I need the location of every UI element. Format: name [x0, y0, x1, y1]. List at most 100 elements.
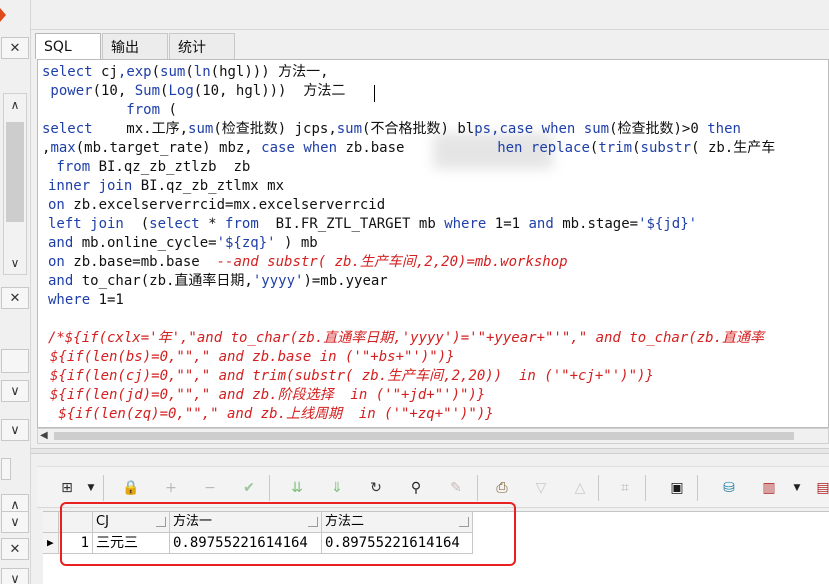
doc-icon[interactable] [1, 458, 11, 480]
sql-token: (10, hgl))) 方法二 [193, 83, 346, 99]
chart-icon[interactable]: ▥ [759, 478, 779, 498]
top-bar [31, 0, 829, 30]
horizontal-scrollbar[interactable]: ◀ [37, 428, 829, 444]
tab-sql[interactable]: SQL [35, 33, 101, 59]
scrollbar-thumb[interactable] [6, 122, 24, 222]
move-last-icon[interactable]: ⇓ [327, 478, 347, 498]
cell-method1[interactable]: 0.89755221614164 [170, 533, 322, 554]
sql-token: inner join [48, 178, 141, 194]
find-icon[interactable]: ⚲ [406, 478, 426, 498]
table-icon[interactable]: ▤ [813, 478, 829, 498]
grid-layout-icon[interactable]: ⊞ [57, 478, 77, 498]
sql-line: and mb.online_cycle='${zq}' ) mb [48, 234, 318, 253]
current-row-icon: ▶ [43, 533, 59, 554]
sql-token: from [48, 159, 99, 175]
sql-token: hen [497, 140, 531, 156]
sql-token: ${if(len(jd)=0,""," and zb.阶段选择 in ('"+j… [50, 387, 486, 403]
toolbar-separator [477, 475, 478, 501]
sql-token: max [50, 140, 76, 156]
toolbar-separator [697, 475, 698, 501]
sql-token: (检查批数)>0 [609, 121, 708, 137]
tab-output[interactable]: 输出 [102, 33, 168, 59]
panel-field[interactable] [1, 349, 29, 373]
refresh-icon[interactable]: ↻ [366, 478, 386, 498]
sql-token: where [48, 292, 99, 308]
dropdown-arrow-icon[interactable]: ▼ [787, 478, 807, 498]
toolbar-separator [103, 475, 104, 501]
sql-line: and to_char(zb.直通率日期,'yyyy')=mb.yyear [48, 272, 388, 291]
sql-editor[interactable]: select cj,exp(sum(ln(hgl))) 方法一, power(1… [37, 59, 829, 428]
sql-line: ${if(len(bs)=0,""," and zb.base in ('"+b… [50, 348, 455, 367]
sql-line: ${if(len(zq)=0,""," and zb.上线周期 in ('"+z… [50, 405, 493, 424]
lock-icon[interactable]: 🔒 [121, 478, 141, 498]
tree-icon[interactable]: ⌗ [615, 478, 635, 498]
sql-token: ) mb [275, 235, 318, 251]
close-icon[interactable]: ✕ [1, 287, 29, 309]
sql-token: /*${if(cxlx='年',"and to_char(zb.直通率日期,'y… [48, 330, 765, 346]
sort-icon[interactable] [308, 517, 318, 527]
scroll-up-icon[interactable]: ∧ [4, 94, 26, 116]
add-row-icon[interactable]: + [161, 478, 181, 498]
collapse-icon[interactable]: ▽ [531, 478, 551, 498]
sql-token: from [225, 216, 276, 232]
cell-cj[interactable]: 三元三 [93, 533, 170, 554]
table-row[interactable]: ▶ 1 三元三 0.89755221614164 0.8975522161416… [43, 533, 473, 554]
close-icon[interactable]: ✕ [1, 538, 29, 560]
expand-icon[interactable]: △ [570, 478, 590, 498]
sql-token: Log [168, 83, 194, 99]
column-header-method2[interactable]: 方法二 [322, 512, 473, 533]
clear-icon[interactable]: ✎ [446, 478, 466, 498]
export-icon[interactable]: ⎙ [492, 478, 512, 498]
dropdown-arrow-icon[interactable]: ▼ [81, 478, 101, 498]
delete-row-icon[interactable]: − [200, 478, 220, 498]
sql-token: 1=1 [494, 216, 529, 232]
column-header-label: 方法一 [173, 514, 213, 529]
result-grid: CJ 方法一 方法二 ▶ 1 三元三 0.89755221614164 0.89… [43, 511, 829, 584]
grid-header-row: CJ 方法一 方法二 [43, 512, 473, 533]
sql-token: trim [598, 140, 633, 156]
sql-token: '${jd}' [638, 216, 698, 232]
sql-token: )=mb.yyear [303, 273, 388, 289]
sql-token: and [528, 216, 563, 232]
column-header-cj[interactable]: CJ [93, 512, 170, 533]
chevron-down-icon[interactable]: ∨ [1, 511, 29, 533]
sql-token: case when sum [499, 121, 610, 137]
sql-token: '${zq}' [216, 235, 276, 251]
scroll-down-icon[interactable]: ∨ [4, 252, 26, 274]
column-header-method1[interactable]: 方法一 [170, 512, 322, 533]
apply-icon[interactable]: ✔ [239, 478, 259, 498]
close-icon[interactable]: ✕ [1, 37, 29, 59]
text-caret [374, 85, 375, 102]
sql-token: then [707, 121, 741, 137]
sql-line: power(10, Sum(Log(10, hgl))) 方法二 [42, 82, 345, 101]
sql-token: ps, [474, 121, 500, 137]
chevron-down-icon[interactable]: ∨ [1, 419, 29, 441]
scrollbar-thumb[interactable] [54, 432, 794, 440]
vertical-scrollbar[interactable]: ∧ ∨ [3, 93, 27, 275]
panel-splitter[interactable] [31, 448, 829, 454]
scroll-left-icon[interactable]: ◀ [40, 429, 48, 443]
chevron-down-icon[interactable]: ∨ [1, 380, 29, 402]
sql-token: sum [336, 121, 363, 137]
run-arrow-icon[interactable] [0, 8, 6, 22]
sql-token: BI.FR_ZTL_TARGET mb [275, 216, 445, 232]
column-header-label: 方法二 [325, 514, 365, 529]
chevron-down-icon[interactable]: ∨ [1, 568, 29, 584]
sql-token: Sum [134, 83, 161, 99]
sql-token: replace [530, 140, 590, 156]
sql-token: left join [48, 216, 141, 232]
cell-method2[interactable]: 0.89755221614164 [322, 533, 473, 554]
database-icon[interactable]: ⛁ [719, 478, 739, 498]
sql-token: zb.excelserverrcid=mx.excelserverrcid [73, 197, 386, 213]
move-down-icon[interactable]: ⇊ [287, 478, 307, 498]
sql-line: from ( [42, 101, 177, 120]
tab-statistics[interactable]: 统计 [169, 33, 235, 59]
sql-line: from BI.qz_zb_ztlzb zb [48, 158, 250, 177]
column-header-label: CJ [96, 514, 109, 529]
sort-icon[interactable] [459, 517, 469, 527]
save-icon[interactable]: ▣ [667, 478, 687, 498]
toolbar-separator [269, 475, 270, 501]
toolbar-separator [598, 475, 599, 501]
sort-icon[interactable] [156, 517, 166, 527]
sql-token: zb.base [345, 140, 498, 156]
